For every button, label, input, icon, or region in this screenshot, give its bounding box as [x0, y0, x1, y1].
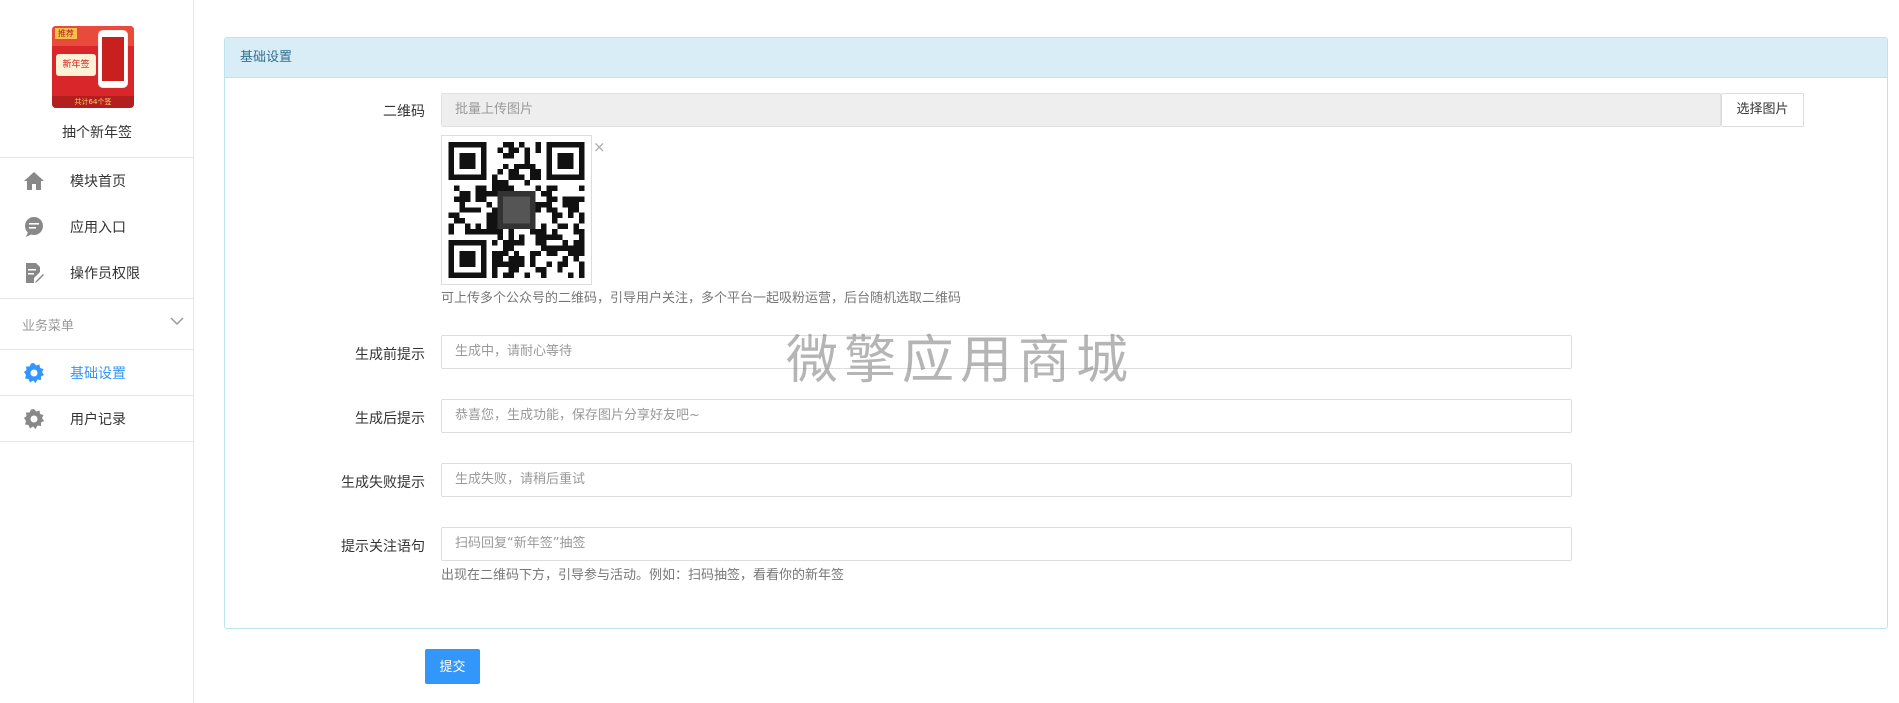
- qrcode-upload-input[interactable]: 批量上传图片: [441, 93, 1721, 127]
- home-icon: [22, 169, 46, 193]
- nav-item-label: 操作员权限: [70, 266, 140, 282]
- nav-item-label: 用户记录: [70, 411, 126, 428]
- app-logo: 推荐 新年签 共计64个签: [52, 26, 134, 108]
- nav-item-module-home[interactable]: 模块首页: [0, 158, 194, 204]
- app-name: 抽个新年签: [62, 125, 132, 141]
- follow-tip-label: 提示关注语句: [341, 539, 425, 555]
- fail-tip-label: 生成失败提示: [341, 475, 425, 491]
- nav-item-label: 应用入口: [70, 220, 126, 236]
- menu-header-label: 业务菜单: [22, 318, 75, 334]
- chat-bubble-icon: [22, 215, 46, 239]
- business-nav: 基础设置 用户记录: [0, 350, 194, 442]
- before-tip-input[interactable]: 生成中，请耐心等待: [441, 335, 1572, 369]
- logo-footer: 共计64个签: [52, 96, 134, 108]
- nav-item-label: 基础设置: [70, 365, 126, 382]
- business-menu-header[interactable]: 业务菜单: [0, 298, 194, 350]
- gear-icon: [22, 361, 46, 385]
- qrcode-image: [441, 135, 592, 285]
- qrcode-help: 可上传多个公众号的二维码，引导用户关注，多个平台一起吸粉运营，后台随机选取二维码: [441, 291, 962, 306]
- logo-badge: 推荐: [55, 28, 77, 39]
- sidebar: 推荐 新年签 共计64个签 抽个新年签 模块首页 应用入口 操作员权限 业务菜单: [0, 0, 194, 703]
- follow-tip-help: 出现在二维码下方，引导参与活动。例如：扫码抽签，看看你的新年签: [441, 568, 845, 583]
- chevron-down-icon: [170, 315, 184, 330]
- choose-image-button[interactable]: 选择图片: [1721, 93, 1804, 127]
- follow-tip-input[interactable]: 扫码回复“新年签”抽签: [441, 527, 1572, 561]
- after-tip-input[interactable]: 恭喜您，生成功能，保存图片分享好友吧~: [441, 399, 1572, 433]
- remove-image-icon[interactable]: ×: [593, 138, 606, 156]
- before-tip-label: 生成前提示: [355, 347, 425, 363]
- nav-item-user-records[interactable]: 用户记录: [0, 396, 194, 442]
- nav-item-label: 模块首页: [70, 174, 126, 190]
- qrcode-label: 二维码: [383, 104, 425, 120]
- nav-item-operator-permission[interactable]: 操作员权限: [0, 250, 194, 296]
- nav-item-basic-settings[interactable]: 基础设置: [0, 350, 194, 396]
- logo-title: 新年签: [56, 54, 96, 76]
- qrcode-graphic: [448, 142, 585, 278]
- edit-document-icon: [22, 261, 46, 285]
- panel-title: 基础设置: [225, 38, 1887, 78]
- submit-button[interactable]: 提交: [425, 649, 480, 684]
- gear-icon: [22, 407, 46, 431]
- main-nav: 模块首页 应用入口 操作员权限: [0, 157, 194, 296]
- fail-tip-input[interactable]: 生成失败，请稍后重试: [441, 463, 1572, 497]
- nav-item-app-entry[interactable]: 应用入口: [0, 204, 194, 250]
- after-tip-label: 生成后提示: [355, 411, 425, 427]
